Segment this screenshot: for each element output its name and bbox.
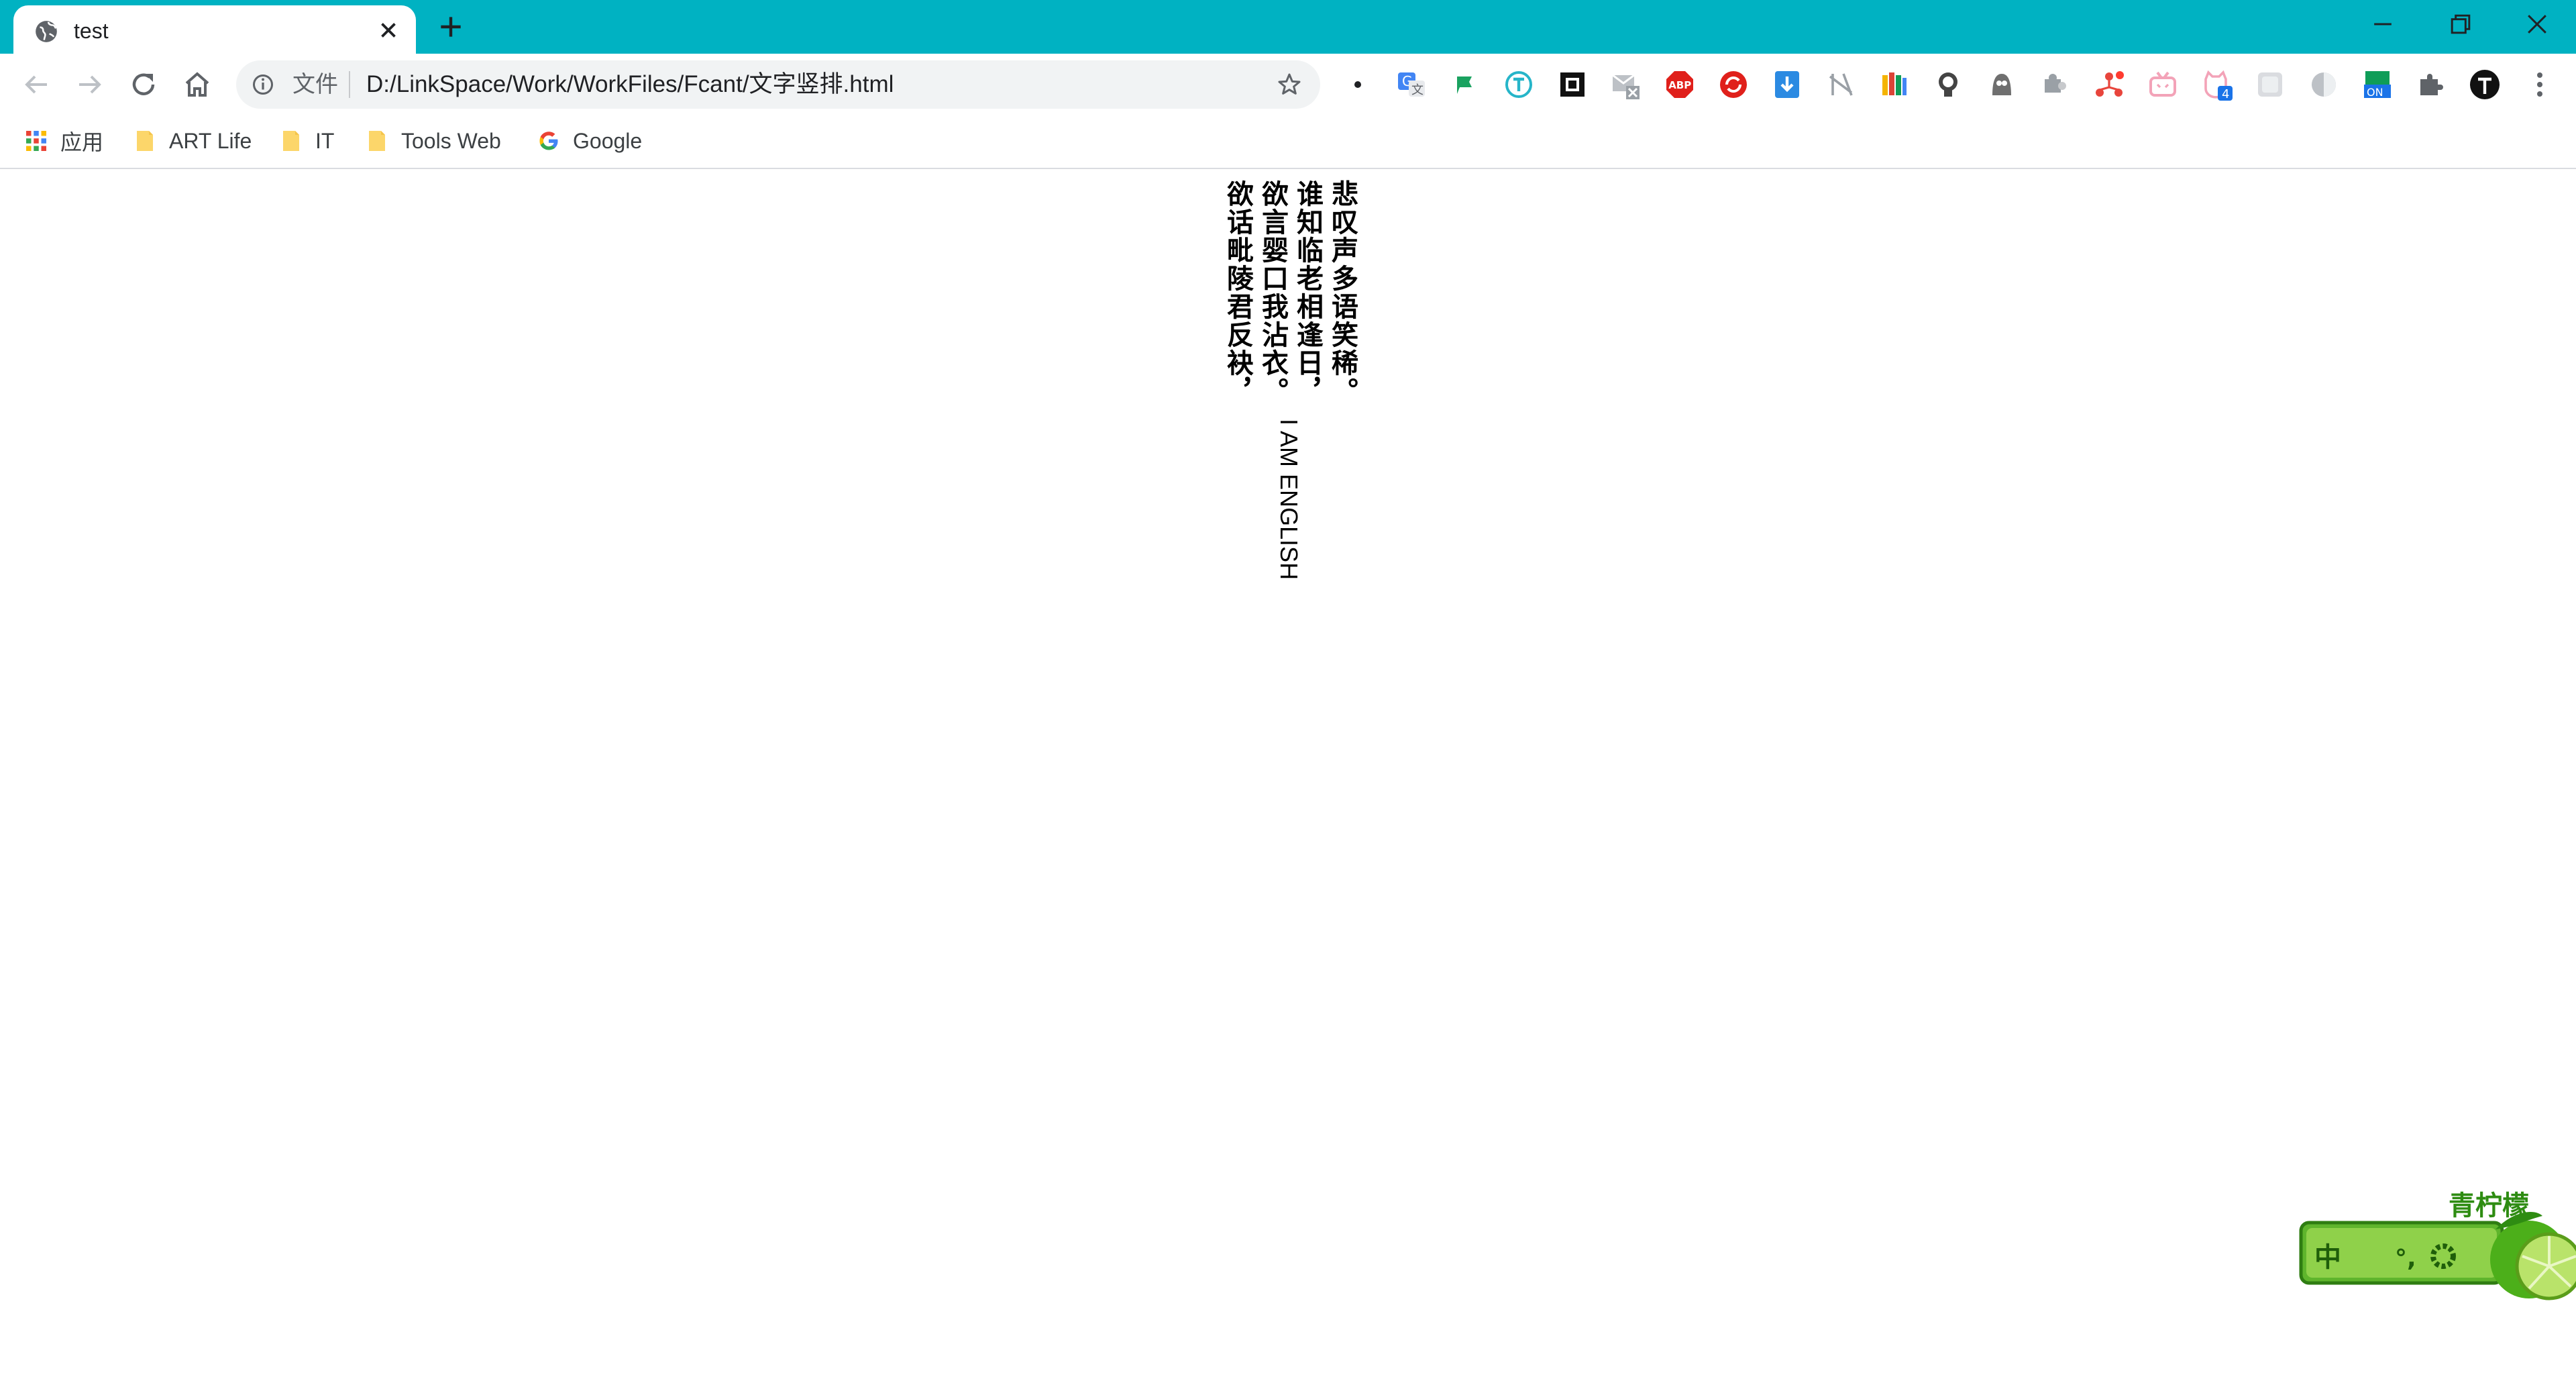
ime-toolbar[interactable]: 中 °, 青柠檬 xyxy=(2294,1182,2576,1303)
ime-punct-label: °, xyxy=(2395,1245,2416,1272)
puzzle-grey-icon[interactable] xyxy=(2039,68,2072,101)
square-frame-icon[interactable] xyxy=(1556,68,1589,101)
poem-line-2: 谁知临老相逢日， xyxy=(1292,180,1324,405)
ime-mode-label: 中 xyxy=(2314,1242,2341,1273)
bookmark-star-icon[interactable] xyxy=(1276,71,1303,98)
info-icon[interactable] xyxy=(251,72,275,97)
bookmark-folder-art-life[interactable]: ART Life xyxy=(133,125,252,157)
mail-off-icon[interactable] xyxy=(1610,68,1642,101)
bookmark-label: ART Life xyxy=(169,128,252,153)
globe-icon xyxy=(36,21,57,42)
menu-kebab-icon[interactable] xyxy=(2524,68,2556,101)
minimize-icon[interactable] xyxy=(2368,9,2398,39)
bookmark-label: IT xyxy=(315,128,335,153)
bilibili-tv-icon[interactable] xyxy=(2147,68,2179,101)
tab-active[interactable]: test xyxy=(13,5,416,54)
close-window-icon[interactable] xyxy=(2522,9,2552,39)
github-icon[interactable] xyxy=(1932,68,1964,101)
url-text[interactable]: D:/LinkSpace/Work/WorkFiles/Fcant/文字竖排.h… xyxy=(366,70,894,99)
apps-grid-icon xyxy=(26,131,46,151)
cat-badge-icon[interactable]: 4 xyxy=(2200,68,2233,101)
t-circle-icon[interactable] xyxy=(1503,68,1535,101)
poem-line-3: 欲言婴口我沾衣。 xyxy=(1257,180,1289,405)
dot-extension-icon[interactable] xyxy=(1342,68,1374,101)
folder-icon xyxy=(283,131,299,151)
grey-square-icon[interactable] xyxy=(2254,68,2286,101)
home-icon[interactable] xyxy=(181,68,213,101)
bookmark-apps[interactable]: 应用 xyxy=(24,125,103,157)
back-arrow-icon[interactable] xyxy=(20,68,52,101)
network-icon[interactable] xyxy=(2093,68,2125,101)
reload-icon[interactable] xyxy=(127,68,160,101)
adblock-plus-icon[interactable]: ABP xyxy=(1664,68,1696,101)
abp-text: ABP xyxy=(1668,79,1691,91)
translate-icon[interactable]: G 文 xyxy=(1395,68,1428,101)
bookmark-google[interactable]: Google xyxy=(537,125,642,157)
bookmark-folder-tools-web[interactable]: Tools Web xyxy=(365,125,501,157)
svg-text:文: 文 xyxy=(1411,83,1424,97)
bookmark-label: Google xyxy=(573,128,643,153)
omnibox-divider xyxy=(349,71,350,98)
ime-widget-graphic: 中 °, 青柠檬 xyxy=(2299,1190,2576,1300)
folder-icon xyxy=(369,131,385,151)
poem-line-1: 悲叹声多语笑稀。 xyxy=(1327,180,1358,405)
address-bar[interactable]: 文件 D:/LinkSpace/Work/WorkFiles/Fcant/文字竖… xyxy=(236,60,1320,109)
on-toggle-icon[interactable]: ON xyxy=(2361,68,2394,101)
bookmark-label: Tools Web xyxy=(401,128,501,153)
poem-line-4: 欲话毗陵君反袂， xyxy=(1222,180,1254,405)
red-sync-icon[interactable] xyxy=(1717,68,1750,101)
extension-badge-count: 4 xyxy=(2222,87,2229,101)
new-tab-plus-icon[interactable] xyxy=(436,12,466,42)
bookmark-label: 应用 xyxy=(60,130,104,154)
url-scheme-label: 文件 xyxy=(292,72,338,97)
title-bar: test xyxy=(0,0,2576,54)
owl-icon[interactable] xyxy=(1986,68,2018,101)
ime-brand: 青柠檬 xyxy=(2449,1190,2529,1221)
google-icon xyxy=(539,132,558,150)
on-label-text: ON xyxy=(2367,86,2383,99)
folder-icon xyxy=(137,131,153,151)
avatar[interactable] xyxy=(2469,68,2501,101)
forward-arrow-icon[interactable] xyxy=(74,68,106,101)
bookmarks-bar: 应用 ART Life IT Tools Web Google xyxy=(0,115,2576,169)
toolbar: 文件 D:/LinkSpace/Work/WorkFiles/Fcant/文字竖… xyxy=(0,54,2576,115)
books-icon[interactable] xyxy=(1878,68,1911,101)
grey-circle-icon[interactable] xyxy=(2308,68,2340,101)
download-arrow-icon[interactable] xyxy=(1771,68,1803,101)
english-vertical-text: I AM ENGLISH xyxy=(1275,419,1303,580)
tab-title: test xyxy=(74,19,109,43)
extensions-puzzle-icon[interactable] xyxy=(2415,68,2447,101)
crossed-tool-icon[interactable] xyxy=(1825,68,1857,101)
close-tab-icon[interactable] xyxy=(376,17,401,43)
bookmark-folder-it[interactable]: IT xyxy=(279,125,334,157)
restore-icon[interactable] xyxy=(2446,9,2475,39)
flag-icon[interactable] xyxy=(1449,68,1481,101)
